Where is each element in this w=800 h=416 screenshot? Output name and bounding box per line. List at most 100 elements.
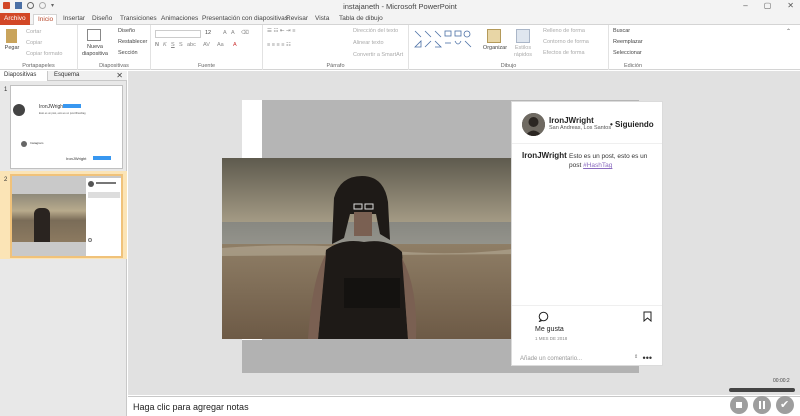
post-location[interactable]: San Andreas, Los Santos	[549, 125, 611, 131]
thumb1-footer-button	[93, 156, 111, 160]
group-label-drawing: Dibujo	[500, 63, 517, 69]
thumb2-caption-lines	[88, 192, 120, 198]
minimize-icon[interactable]: –	[743, 1, 747, 10]
shapes-gallery[interactable]	[413, 29, 479, 57]
strikethrough-icon[interactable]: abc	[187, 42, 196, 48]
cut-button[interactable]: Cortar	[26, 29, 41, 35]
notes-placeholder[interactable]: Haga clic para agregar notas	[133, 402, 249, 412]
thumb2-photo	[12, 194, 92, 242]
post-caption: Esto es un post, esto es un post #HashTa…	[569, 152, 659, 170]
section-button[interactable]: Sección	[118, 50, 138, 56]
shape-outline-button[interactable]: Contorno de forma	[543, 39, 589, 45]
ribbon: Pegar Cortar Copiar Copiar formato Porta…	[0, 25, 800, 70]
shadow-icon[interactable]: S	[179, 42, 183, 48]
group-label-font: Fuente	[197, 63, 216, 69]
tab-outline[interactable]: Esquema	[50, 71, 83, 81]
new-slide-button[interactable]: Nueva diapositiva	[80, 44, 110, 58]
group-editing: Buscar Reemplazar Seleccionar Edición	[609, 25, 657, 70]
paste-button[interactable]: Pegar	[2, 45, 22, 51]
group-drawing: Organizar Estilos rápidos Relleno de for…	[409, 25, 609, 70]
group-slides: Nueva diapositiva Diseño Restablecer Sec…	[78, 25, 151, 70]
thumb1-logo-icon	[21, 141, 27, 147]
change-case-icon[interactable]: Aa	[217, 42, 224, 48]
group-label-editing: Edición	[623, 63, 643, 69]
font-color-icon[interactable]: A	[233, 42, 237, 48]
grow-font-icon[interactable]: A	[223, 30, 227, 36]
post-username[interactable]: IronJWright	[549, 116, 594, 125]
slides-pane-tabs: Diapositivas Esquema ✕	[0, 71, 127, 81]
window-controls: – ▢ ✕	[743, 1, 794, 10]
smartart-button[interactable]: Convertir a SmartArt	[353, 52, 403, 58]
post-header: IronJWright • Siguiendo San Andreas, Los…	[512, 102, 662, 144]
char-spacing-icon[interactable]: AV	[203, 42, 210, 48]
align-text-button[interactable]: Alinear texto	[353, 40, 384, 46]
copy-button[interactable]: Copiar	[26, 40, 42, 46]
new-slide-icon[interactable]	[87, 29, 101, 41]
slide-thumbnail-1[interactable]: IronJWright Esto es un post, esto es un …	[10, 85, 123, 169]
group-clipboard: Pegar Cortar Copiar Copiar formato Porta…	[0, 25, 78, 70]
caption-username[interactable]: IronJWright	[522, 151, 567, 160]
text-direction-button[interactable]: Dirección del texto	[353, 28, 398, 34]
tab-view[interactable]: Vista	[311, 14, 333, 25]
layout-button[interactable]: Diseño	[118, 28, 135, 34]
tab-design[interactable]: Diseño	[88, 14, 116, 25]
quick-styles-button[interactable]: Estilos rápidos	[509, 45, 537, 59]
underline-icon[interactable]: S	[171, 42, 175, 48]
thumb1-avatar	[13, 104, 25, 116]
align-icons[interactable]: ≡ ≡ ≡ ≡ ☷	[267, 42, 291, 48]
thumb1-caption: Esto es un post, esto es un post #hashta…	[39, 112, 86, 115]
instagram-card[interactable]: IronJWright • Siguiendo San Andreas, Los…	[511, 101, 663, 366]
collapse-ribbon-icon[interactable]: ⌃	[786, 28, 791, 35]
bookmark-icon[interactable]	[643, 311, 652, 324]
quick-styles-icon[interactable]	[516, 29, 530, 43]
slides-pane: Diapositivas Esquema ✕ 1 IronJWright Est…	[0, 71, 127, 416]
font-name-box[interactable]	[155, 30, 201, 38]
recorder-pause-button[interactable]	[753, 396, 771, 414]
tab-review[interactable]: Revisar	[282, 14, 312, 25]
slide-thumbnail-2[interactable]	[10, 174, 123, 258]
post-photo[interactable]	[222, 158, 533, 339]
format-painter-button[interactable]: Copiar formato	[26, 51, 62, 57]
avatar[interactable]	[522, 113, 545, 136]
comment-icon[interactable]	[538, 311, 549, 324]
tab-slideshow[interactable]: Presentación con diapositivas	[198, 14, 292, 25]
hashtag-link[interactable]: #HashTag	[583, 162, 612, 169]
reset-button[interactable]: Restablecer	[118, 39, 147, 45]
tab-transitions[interactable]: Transiciones	[116, 14, 161, 25]
arrange-button[interactable]: Organizar	[481, 45, 509, 51]
pause-icon-bar	[763, 401, 765, 409]
arrange-icon[interactable]	[487, 29, 501, 43]
close-icon[interactable]: ✕	[787, 1, 794, 10]
paste-icon[interactable]	[6, 29, 17, 43]
recorder-stop-button[interactable]	[730, 396, 748, 414]
select-button[interactable]: Seleccionar	[613, 50, 642, 56]
likes-label[interactable]: Me gusta	[535, 326, 564, 333]
clear-format-icon[interactable]: ⌫	[241, 30, 249, 36]
maximize-icon[interactable]: ▢	[764, 1, 772, 10]
ribbon-tab-row: Archivo Inicio Insertar Diseño Transicio…	[0, 13, 800, 26]
tab-animations[interactable]: Animaciones	[157, 14, 202, 25]
shape-effects-button[interactable]: Efectos de forma	[543, 50, 585, 56]
close-pane-icon[interactable]: ✕	[116, 71, 123, 80]
find-button[interactable]: Buscar	[613, 28, 630, 34]
replace-button[interactable]: Reemplazar	[613, 39, 643, 45]
bullets-icon[interactable]: ☰ ☷ ⇤ ⇥ ≡	[267, 28, 295, 34]
notes-pane[interactable]: Haga clic para agregar notas	[128, 396, 800, 416]
group-label-paragraph: Párrafo	[326, 63, 345, 69]
tab-file[interactable]: Archivo	[0, 13, 30, 25]
tab-drawing-tools[interactable]: Tabla de dibujo	[335, 14, 387, 25]
comment-input[interactable]: Añade un comentario...	[520, 356, 582, 362]
more-options-icon[interactable]: •••	[643, 353, 652, 363]
recorder-done-button[interactable]: ✔	[776, 396, 794, 414]
italic-icon[interactable]: K	[163, 42, 167, 48]
following-button[interactable]: • Siguiendo	[610, 120, 654, 129]
shrink-font-icon[interactable]: A	[231, 30, 235, 36]
shape-fill-button[interactable]: Relleno de forma	[543, 28, 585, 34]
font-size-box[interactable]: 12	[205, 30, 211, 36]
window-title: instajaneth - Microsoft PowerPoint	[343, 2, 457, 11]
tab-insert[interactable]: Insertar	[59, 14, 89, 25]
scroll-arrows-icon[interactable]: ⇕	[634, 354, 638, 360]
stop-icon	[736, 402, 742, 408]
bold-icon[interactable]: N	[155, 42, 159, 48]
tab-slides[interactable]: Diapositivas	[0, 71, 48, 81]
